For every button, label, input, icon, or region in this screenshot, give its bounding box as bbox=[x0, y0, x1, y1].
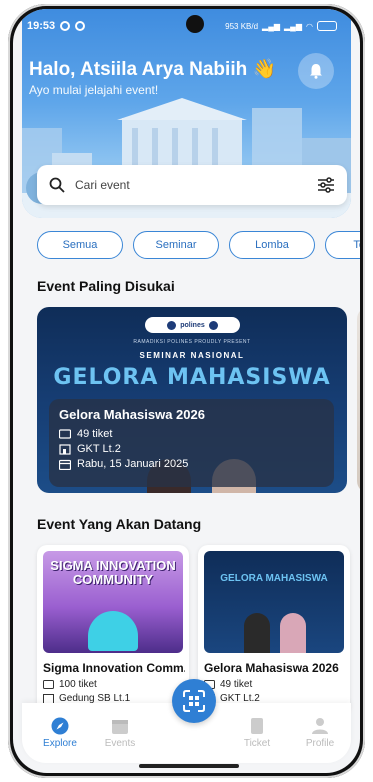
notification-button[interactable] bbox=[298, 53, 334, 89]
nav-label: Explore bbox=[43, 738, 77, 749]
location-icon bbox=[43, 693, 54, 704]
nav-ticket[interactable]: Ticket bbox=[227, 717, 287, 749]
poster-kind: SEMINAR NASIONAL bbox=[139, 351, 245, 360]
event-tickets: 49 tiket bbox=[220, 679, 253, 690]
qr-scan-icon bbox=[183, 690, 205, 712]
poster-logos: polines bbox=[145, 317, 240, 333]
signal-icon: ▂▄▆ bbox=[284, 21, 303, 31]
search-icon bbox=[49, 177, 65, 193]
event-tickets: 49 tiket bbox=[77, 428, 113, 440]
category-filters: Semua Seminar Lomba Techn bbox=[37, 231, 360, 261]
search-input[interactable] bbox=[75, 178, 317, 192]
notification-icon bbox=[60, 21, 71, 31]
featured-event-card[interactable]: polines RAMADIKSI POLINES PROUDLY PRESEN… bbox=[37, 307, 347, 493]
section-title-popular: Event Paling Disukai bbox=[37, 278, 175, 294]
calendar-icon bbox=[112, 720, 128, 734]
event-title: Gelora Mahasiswa 2026 bbox=[204, 661, 339, 675]
event-title: Gelora Mahasiswa 2026 bbox=[59, 407, 205, 422]
battery-icon bbox=[317, 21, 337, 31]
greeting-title: Halo, Atsiila Arya Nabiih 👋 bbox=[29, 59, 277, 80]
ticket-icon bbox=[251, 718, 263, 734]
filter-icon[interactable] bbox=[317, 177, 335, 193]
upcoming-event-card[interactable]: GELORA MAHASISWA Gelora Mahasiswa 2026 4… bbox=[198, 545, 350, 715]
ticket-icon bbox=[43, 680, 54, 689]
nav-explore[interactable]: Explore bbox=[30, 717, 90, 749]
upcoming-event-card[interactable]: SIGMA INNOVATION COMMUNITY Sigma Innovat… bbox=[37, 545, 189, 715]
nav-label: Ticket bbox=[243, 738, 271, 749]
logo-icon bbox=[167, 320, 177, 330]
compass-icon bbox=[51, 717, 69, 735]
greeting-subtitle: Ayo mulai jelajahi event! bbox=[29, 83, 159, 97]
event-tickets: 100 tiket bbox=[59, 679, 97, 690]
person-icon bbox=[312, 718, 328, 734]
featured-info: Gelora Mahasiswa 2026 49 tiket GKT Lt.2 … bbox=[49, 399, 334, 487]
home-indicator bbox=[139, 764, 239, 768]
nav-profile[interactable]: Profile bbox=[290, 717, 350, 749]
event-poster: SIGMA INNOVATION COMMUNITY bbox=[43, 551, 183, 653]
search-bar bbox=[37, 165, 347, 205]
nav-label: Profile bbox=[305, 738, 335, 749]
signal-icon: ▂▄▆ bbox=[262, 21, 281, 31]
poster-present: RAMADIKSI POLINES PROUDLY PRESENT bbox=[133, 339, 251, 345]
scan-qr-button[interactable] bbox=[172, 679, 216, 723]
notification-icon bbox=[75, 21, 86, 31]
poster-graphic bbox=[88, 611, 138, 651]
next-featured-card[interactable] bbox=[357, 307, 360, 493]
network-speed: 953 KB/d bbox=[225, 21, 259, 31]
filter-chip-seminar[interactable]: Seminar bbox=[133, 231, 219, 259]
filter-chip-techn[interactable]: Techn bbox=[325, 231, 360, 259]
logo-icon bbox=[208, 320, 218, 330]
event-location: GKT Lt.2 bbox=[77, 443, 121, 455]
poster-headline: GELORA MAHASISWA bbox=[53, 365, 331, 390]
nav-label: Events bbox=[104, 738, 136, 749]
wifi-icon: ◠ bbox=[306, 21, 313, 31]
event-title: Sigma Innovation Comm... bbox=[43, 661, 185, 675]
location-icon bbox=[59, 443, 71, 455]
speaker-photo bbox=[280, 613, 306, 653]
ticket-icon bbox=[59, 429, 71, 439]
clock: 19:53 bbox=[27, 20, 56, 32]
poster-brand: polines bbox=[180, 321, 205, 329]
filter-chip-lomba[interactable]: Lomba bbox=[229, 231, 315, 259]
bell-icon bbox=[310, 64, 322, 79]
speaker-photo bbox=[244, 613, 270, 653]
event-poster: GELORA MAHASISWA bbox=[204, 551, 344, 653]
status-bar: 19:53 953 KB/d ▂▄▆ ▂▄▆ ◠ bbox=[27, 17, 337, 35]
poster-title: GELORA MAHASISWA bbox=[220, 573, 328, 584]
app-screen: 19:53 953 KB/d ▂▄▆ ▂▄▆ ◠ Halo, Atsiila A… bbox=[13, 9, 360, 773]
filter-chip-semua[interactable]: Semua bbox=[37, 231, 123, 259]
nav-events[interactable]: Events bbox=[90, 717, 150, 749]
poster-title: SIGMA INNOVATION COMMUNITY bbox=[50, 558, 176, 587]
section-title-upcoming: Event Yang Akan Datang bbox=[37, 516, 202, 532]
event-date: Rabu, 15 Januari 2025 bbox=[77, 458, 189, 470]
front-camera bbox=[186, 15, 204, 33]
calendar-icon bbox=[59, 459, 71, 470]
